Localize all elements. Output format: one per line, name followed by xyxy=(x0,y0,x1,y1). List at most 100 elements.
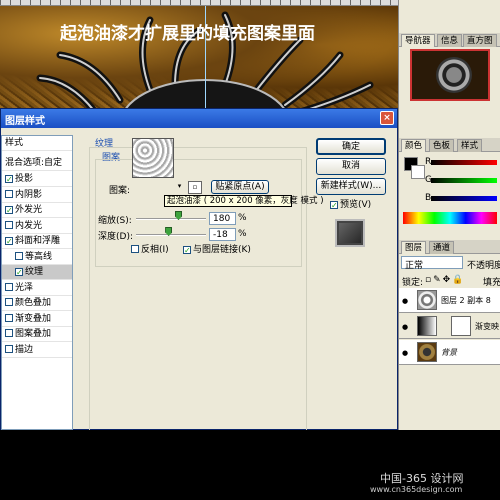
depth-slider-track[interactable] xyxy=(136,234,206,236)
blend-mode-select[interactable]: 正常 xyxy=(401,256,463,271)
layer-name: 图层 2 副本 8 xyxy=(441,296,491,305)
depth-label: 深度(D): xyxy=(98,232,133,242)
lock-icons[interactable]: ▫✎✥🔒 xyxy=(425,275,465,285)
style-item-checkbox[interactable] xyxy=(5,220,13,229)
gradient-map-thumbnail xyxy=(417,316,437,336)
style-item-label: 内发光 xyxy=(15,220,43,231)
tab-swatches[interactable]: 色板 xyxy=(429,139,455,152)
invert-checkbox[interactable]: 反相(I) xyxy=(131,242,169,255)
navigator-thumbnail[interactable] xyxy=(410,49,490,101)
document-canvas[interactable] xyxy=(0,0,398,112)
scale-unit: % xyxy=(238,213,247,223)
layer-thumbnail xyxy=(417,290,437,310)
tab-layers[interactable]: 图层 xyxy=(401,241,427,254)
opacity-label: 不透明度 xyxy=(467,261,500,271)
color-spectrum[interactable] xyxy=(403,212,497,224)
red-slider[interactable] xyxy=(431,160,497,165)
style-item-label: 颜色叠加 xyxy=(15,298,52,308)
style-list: 样式 混合选项:自定 ✓ 投影 内阴影 ✓ 外发光 内发光 ✓ 斜面和浮雕 等高线 ✓ 纹理 光泽 颜色… xyxy=(1,135,73,430)
eye-icon[interactable]: ● xyxy=(402,323,408,331)
pattern-label: 图案: xyxy=(109,186,131,196)
style-item-label: 内阴影 xyxy=(15,189,43,200)
style-item[interactable]: 内发光 xyxy=(2,219,72,234)
style-item[interactable]: ✓ 纹理 xyxy=(2,265,72,280)
tab-color[interactable]: 颜色 xyxy=(401,139,427,152)
pattern-tooltip: 起泡油漆 ( 200 x 200 像素，灰度 模式 ) xyxy=(164,195,324,207)
fill-label: 填充 xyxy=(483,278,500,288)
style-item-label: 投影 xyxy=(15,174,34,184)
ok-button[interactable]: 确定 xyxy=(316,138,386,155)
invert-checkbox-box[interactable] xyxy=(131,245,139,253)
style-item[interactable]: ✓ 外发光 xyxy=(2,203,72,218)
style-item-checkbox[interactable] xyxy=(5,282,13,291)
style-item[interactable]: 渐变叠加 xyxy=(2,312,72,327)
tab-channels[interactable]: 通道 xyxy=(429,241,455,254)
preview-checkbox-box[interactable]: ✓ xyxy=(330,201,338,210)
blend-options-item[interactable]: 混合选项:自定 xyxy=(2,156,72,171)
layer-thumbnail xyxy=(417,342,437,362)
tab-histogram[interactable]: 直方图 xyxy=(463,34,497,47)
navigator-artwork xyxy=(436,57,472,93)
layer-row[interactable]: ● 渐变映 xyxy=(399,314,500,339)
layer-name: 背景 xyxy=(441,348,457,357)
layer-mask-thumbnail xyxy=(451,316,471,336)
style-item-checkbox[interactable] xyxy=(5,298,13,306)
watermark: 中国-365 设计网 xyxy=(380,472,464,485)
style-item-checkbox[interactable]: ✓ xyxy=(5,175,13,184)
style-item-checkbox[interactable] xyxy=(5,329,13,337)
horizontal-ruler xyxy=(0,0,398,6)
scale-input[interactable]: 180 xyxy=(209,212,236,225)
style-item-label: 纹理 xyxy=(25,267,44,277)
new-preset-icon[interactable]: ▫ xyxy=(188,181,202,194)
eye-icon[interactable]: ● xyxy=(402,349,408,357)
dialog-title: 图层样式 xyxy=(5,116,45,127)
scale-slider-track[interactable] xyxy=(136,218,206,220)
style-item[interactable]: 图案叠加 xyxy=(2,327,72,342)
depth-input[interactable]: -18 xyxy=(209,228,236,241)
style-item-label: 渐变叠加 xyxy=(15,313,52,324)
blue-slider[interactable] xyxy=(431,196,497,201)
style-item[interactable]: 光泽 xyxy=(2,281,72,296)
style-item[interactable]: 等高线 xyxy=(2,250,72,265)
layer-name: 渐变映 xyxy=(475,322,499,331)
layer-row[interactable]: ● 图层 2 副本 8 xyxy=(399,288,500,313)
scale-label: 缩放(S): xyxy=(98,216,132,226)
style-item-checkbox[interactable] xyxy=(5,189,13,198)
right-panels: 导航器 信息 直方图 颜色 色板 样式 R G B 图层 通道 正常 不透明度 … xyxy=(398,0,500,430)
style-item-label: 光泽 xyxy=(15,282,34,293)
style-item-checkbox[interactable]: ✓ xyxy=(15,268,23,277)
snap-to-origin-button[interactable]: 贴紧原点(A) xyxy=(211,180,269,194)
style-item[interactable]: 颜色叠加 xyxy=(2,296,72,311)
green-slider[interactable] xyxy=(431,178,497,183)
pattern-swatch[interactable] xyxy=(132,138,174,178)
style-item[interactable]: 内阴影 xyxy=(2,188,72,203)
styles-header[interactable]: 样式 xyxy=(2,136,72,151)
invert-label: 反相(I) xyxy=(141,245,169,255)
dialog-titlebar[interactable]: 图层样式 × xyxy=(1,109,397,128)
layers-tabs: 图层 通道 xyxy=(399,240,500,254)
cancel-button[interactable]: 取消 xyxy=(316,158,386,175)
tab-navigator[interactable]: 导航器 xyxy=(401,34,435,47)
style-item[interactable]: 描边 xyxy=(2,343,72,358)
style-preview-thumbnail xyxy=(335,219,365,247)
new-style-button[interactable]: 新建样式(W)... xyxy=(316,178,386,195)
style-item-checkbox[interactable] xyxy=(5,313,13,322)
eye-icon[interactable]: ● xyxy=(402,297,408,305)
tab-info[interactable]: 信息 xyxy=(437,34,463,47)
close-button[interactable]: × xyxy=(380,111,394,125)
style-item-checkbox[interactable] xyxy=(5,344,13,353)
link-layer-checkbox[interactable]: ✓ 与图层链接(K) xyxy=(183,242,251,255)
link-layer-checkbox-box[interactable]: ✓ xyxy=(183,246,191,255)
style-item-checkbox[interactable]: ✓ xyxy=(5,206,13,215)
style-item[interactable]: ✓ 斜面和浮雕 xyxy=(2,234,72,249)
preview-checkbox[interactable]: ✓ 预览(V) xyxy=(330,197,371,210)
style-item[interactable]: ✓ 投影 xyxy=(2,172,72,187)
pattern-dropdown-arrow-icon[interactable]: ▾ xyxy=(175,181,184,191)
background-color-swatch[interactable] xyxy=(411,165,425,179)
style-item-checkbox[interactable]: ✓ xyxy=(5,237,13,246)
layer-row[interactable]: ● 背景 xyxy=(399,340,500,365)
depth-unit: % xyxy=(238,229,247,239)
style-item-label: 等高线 xyxy=(25,251,53,262)
tab-styles[interactable]: 样式 xyxy=(457,139,483,152)
style-item-checkbox[interactable] xyxy=(15,251,23,260)
